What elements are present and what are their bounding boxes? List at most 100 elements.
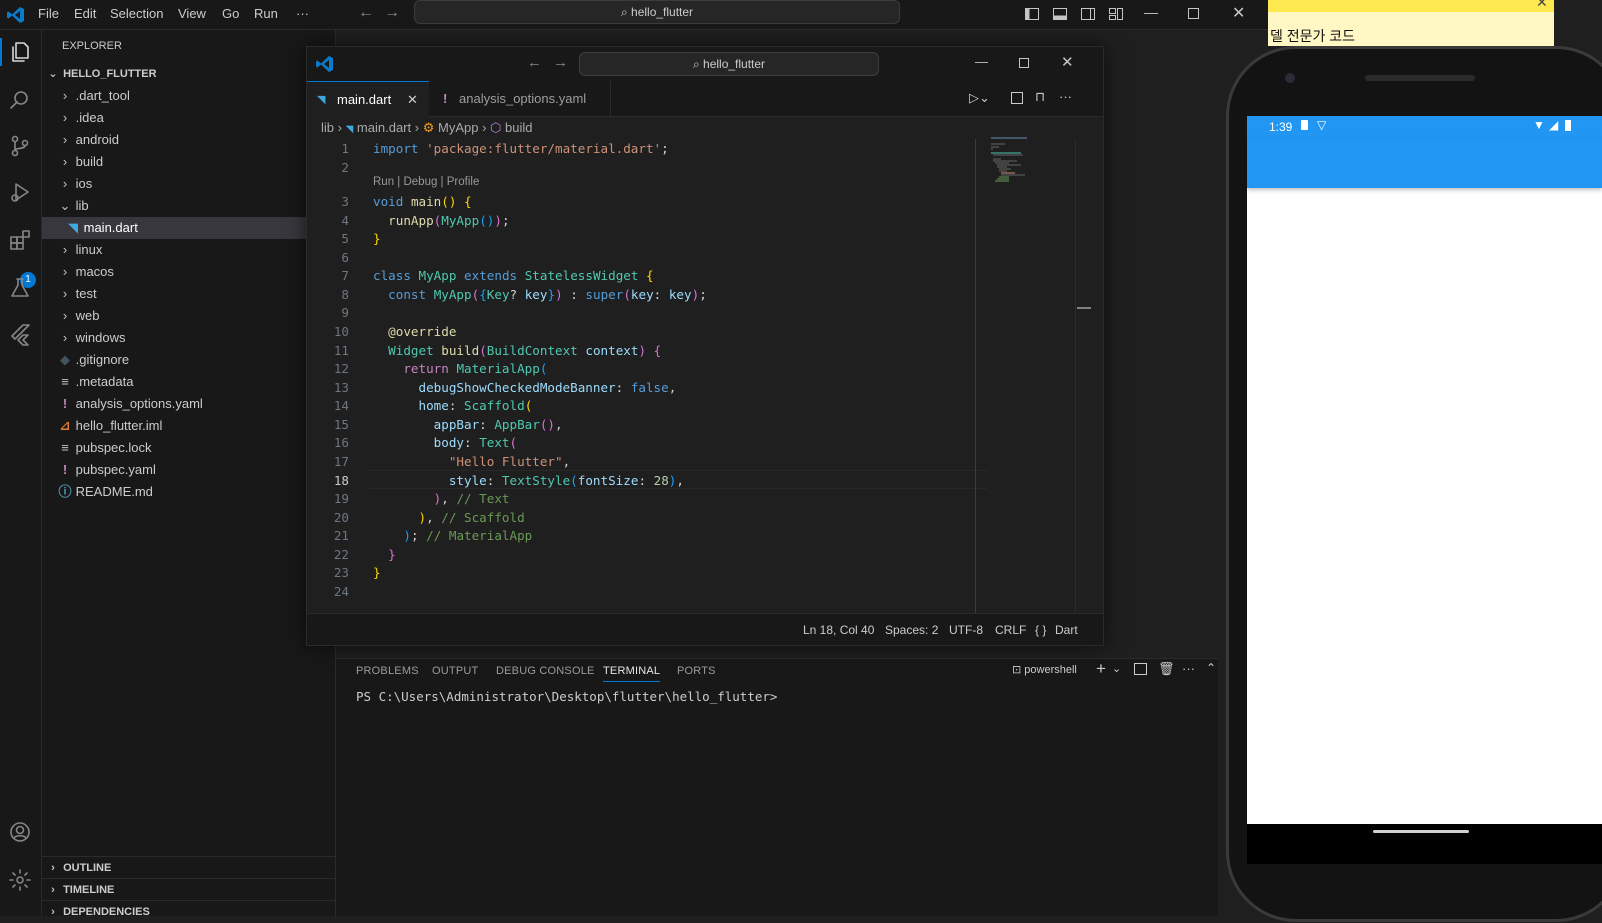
tree-item-analysis-options[interactable]: ! analysis_options.yaml bbox=[42, 393, 336, 415]
breadcrumb-method[interactable]: build bbox=[505, 120, 532, 135]
back-arrow-icon[interactable]: ← bbox=[358, 4, 374, 22]
status-eol[interactable]: CRLF bbox=[995, 623, 1026, 637]
split-terminal-icon[interactable] bbox=[1134, 663, 1147, 675]
toggle-panel-icon[interactable] bbox=[1052, 6, 1068, 22]
menu-edit[interactable]: Edit bbox=[74, 6, 96, 21]
more-actions-icon[interactable]: ··· bbox=[1182, 661, 1195, 676]
line-number-current: 18 bbox=[333, 473, 349, 488]
breadcrumb-file[interactable]: main.dart bbox=[357, 120, 411, 135]
tab-main-dart[interactable]: ◥ main.dart ✕ bbox=[307, 81, 429, 117]
terminal-shell-selector[interactable]: ⊡ powershell bbox=[1012, 663, 1077, 676]
minimap[interactable] bbox=[991, 137, 1041, 183]
panel-tab-problems[interactable]: PROBLEMS bbox=[356, 665, 419, 677]
device-screen[interactable] bbox=[1247, 118, 1602, 824]
scrollbar-track[interactable] bbox=[1075, 139, 1076, 613]
run-debug-icon[interactable] bbox=[8, 180, 32, 204]
menu-run[interactable]: Run bbox=[254, 6, 278, 21]
tree-item-android[interactable]: › android bbox=[42, 129, 336, 151]
close-window-icon[interactable]: ✕ bbox=[1061, 53, 1074, 71]
extensions-icon[interactable] bbox=[8, 228, 32, 252]
testing-icon[interactable] bbox=[8, 276, 32, 300]
tree-item-windows[interactable]: › windows bbox=[42, 327, 336, 349]
forward-arrow-icon[interactable]: → bbox=[553, 54, 568, 71]
tree-item-label: ios bbox=[75, 176, 93, 191]
panel-tab-ports[interactable]: PORTS bbox=[677, 665, 716, 677]
tree-item-readme[interactable]: ⓘ README.md bbox=[42, 481, 336, 503]
code-line: return MaterialApp( bbox=[403, 361, 548, 376]
toggle-secondary-sidebar-icon[interactable] bbox=[1080, 6, 1096, 22]
scrollbar-cursor-marker bbox=[1077, 307, 1091, 309]
back-arrow-icon[interactable]: ← bbox=[527, 54, 542, 71]
status-encoding[interactable]: UTF-8 bbox=[949, 623, 983, 637]
minimize-icon[interactable]: — bbox=[1144, 4, 1158, 20]
maximize-panel-icon[interactable]: ⌃ bbox=[1206, 661, 1216, 675]
tree-item-metadata[interactable]: ≡ .metadata bbox=[42, 371, 336, 393]
tree-item-dart-tool[interactable]: › .dart_tool bbox=[42, 85, 336, 107]
breadcrumb-folder[interactable]: lib bbox=[321, 120, 334, 135]
tree-item-linux[interactable]: › linux bbox=[42, 239, 336, 261]
command-center-search[interactable]: ⌕ hello_flutter bbox=[414, 0, 900, 24]
panel-tab-debug-console[interactable]: DEBUG CONSOLE bbox=[496, 665, 595, 677]
close-icon[interactable]: ✕ bbox=[1536, 0, 1548, 11]
breadcrumb-class[interactable]: MyApp bbox=[438, 120, 478, 135]
tree-item-build[interactable]: › build bbox=[42, 151, 336, 173]
toggle-sidebar-icon[interactable] bbox=[1024, 6, 1040, 22]
close-tab-icon[interactable]: ✕ bbox=[407, 82, 418, 118]
menu-view[interactable]: View bbox=[178, 6, 206, 21]
activity-bar: 1 bbox=[0, 30, 42, 916]
code-editor[interactable]: 1 2 3 4 5 6 7 8 9 10 11 12 13 14 15 16 1… bbox=[307, 139, 997, 619]
status-indentation[interactable]: Spaces: 2 bbox=[885, 623, 938, 637]
section-label: OUTLINE bbox=[63, 862, 112, 874]
tab-analysis-options[interactable]: ! analysis_options.yaml bbox=[429, 81, 611, 117]
panel-tab-output[interactable]: OUTPUT bbox=[432, 665, 478, 677]
chevron-right-icon: › bbox=[62, 154, 68, 169]
run-debug-icon[interactable]: ▷⌄ bbox=[969, 90, 990, 106]
tree-item-iml[interactable]: ⊿ hello_flutter.iml bbox=[42, 415, 336, 437]
tree-item-lib[interactable]: ⌄ lib bbox=[42, 195, 336, 217]
customize-layout-icon[interactable] bbox=[1108, 6, 1124, 22]
chevron-down-icon[interactable]: ⌄ bbox=[1112, 662, 1121, 675]
menu-selection[interactable]: Selection bbox=[110, 6, 163, 21]
tree-item-pubspec-lock[interactable]: ≡ pubspec.lock bbox=[42, 437, 336, 459]
sticky-note[interactable]: ✕ 델 전문가 코드 bbox=[1268, 0, 1554, 46]
menu-more[interactable]: ··· bbox=[296, 6, 309, 21]
panel-tab-terminal[interactable]: TERMINAL bbox=[603, 665, 661, 682]
section-outline[interactable]: › OUTLINE bbox=[42, 856, 336, 878]
tree-item-test[interactable]: › test bbox=[42, 283, 336, 305]
tree-item-ios[interactable]: › ios bbox=[42, 173, 336, 195]
settings-gear-icon[interactable] bbox=[8, 868, 32, 892]
maximize-icon[interactable] bbox=[1019, 58, 1029, 68]
tree-item-macos[interactable]: › macos bbox=[42, 261, 336, 283]
project-root[interactable]: ⌄ HELLO_FLUTTER bbox=[42, 63, 336, 85]
shield-icon: ▽ bbox=[1317, 118, 1327, 132]
source-control-icon[interactable] bbox=[8, 134, 32, 158]
forward-arrow-icon[interactable]: → bbox=[384, 4, 400, 22]
tree-item-main-dart[interactable]: ◥ main.dart bbox=[42, 217, 336, 239]
trash-icon[interactable]: 🗑 bbox=[1158, 661, 1175, 677]
new-terminal-icon[interactable]: + bbox=[1096, 659, 1106, 679]
status-language[interactable]: Dart bbox=[1055, 623, 1078, 637]
search-icon[interactable] bbox=[8, 88, 32, 112]
split-editor-icon[interactable] bbox=[1011, 92, 1023, 104]
files-icon[interactable] bbox=[8, 40, 32, 64]
menu-go[interactable]: Go bbox=[222, 6, 239, 21]
maximize-icon[interactable] bbox=[1188, 8, 1199, 19]
codelens-run-debug-profile[interactable]: Run | Debug | Profile bbox=[373, 176, 479, 188]
unlock-icon[interactable]: ⊓ bbox=[1035, 89, 1045, 105]
tree-item-idea[interactable]: › .idea bbox=[42, 107, 336, 129]
minimize-icon[interactable]: — bbox=[975, 54, 988, 69]
home-gesture-handle[interactable] bbox=[1373, 830, 1469, 833]
flutter-icon[interactable] bbox=[8, 322, 32, 346]
section-timeline[interactable]: › TIMELINE bbox=[42, 878, 336, 900]
section-dependencies[interactable]: › DEPENDENCIES bbox=[42, 900, 336, 922]
menu-file[interactable]: File bbox=[38, 6, 59, 21]
more-actions-icon[interactable]: ··· bbox=[1059, 89, 1072, 104]
tree-item-web[interactable]: › web bbox=[42, 305, 336, 327]
editor-search[interactable]: ⌕ hello_flutter bbox=[579, 52, 879, 76]
terminal-prompt[interactable]: PS C:\Users\Administrator\Desktop\flutte… bbox=[356, 689, 777, 704]
account-icon[interactable] bbox=[8, 820, 32, 844]
close-window-icon[interactable]: ✕ bbox=[1232, 3, 1245, 23]
tree-item-gitignore[interactable]: ◆ .gitignore bbox=[42, 349, 336, 371]
status-cursor-position[interactable]: Ln 18, Col 40 bbox=[803, 623, 874, 637]
tree-item-pubspec-yaml[interactable]: ! pubspec.yaml bbox=[42, 459, 336, 481]
